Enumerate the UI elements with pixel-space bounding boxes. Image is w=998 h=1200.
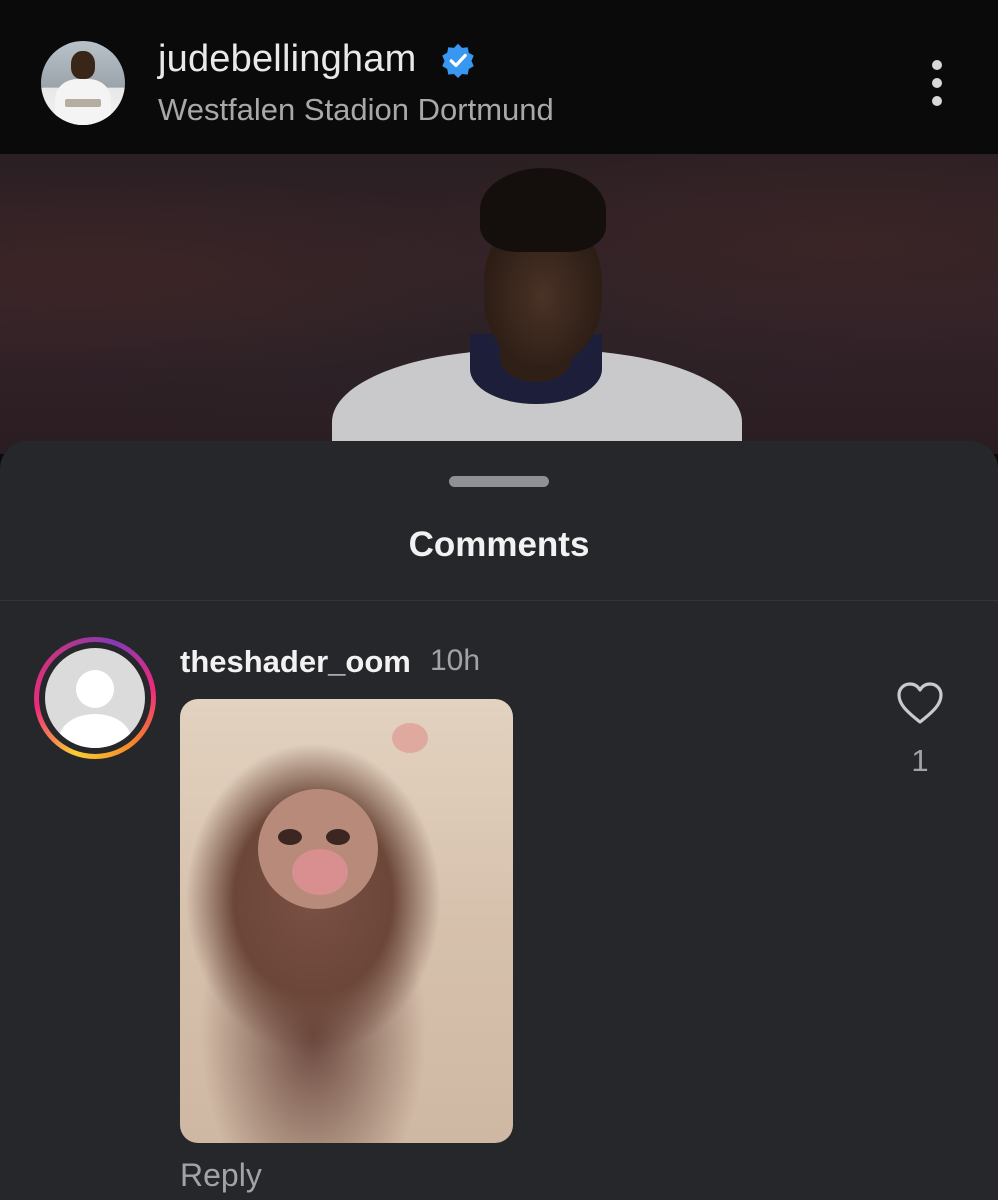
like-count: 1 — [911, 743, 929, 778]
default-avatar-icon — [45, 648, 145, 748]
post-header: judebellingham Westfalen Stadion Dortmun… — [0, 0, 998, 154]
post-photo[interactable] — [0, 154, 998, 454]
heart-icon[interactable] — [896, 681, 944, 725]
sheet-drag-handle[interactable] — [449, 476, 549, 487]
comments-title: Comments — [408, 525, 590, 564]
post-author-avatar[interactable] — [41, 41, 125, 125]
comment-author-avatar[interactable] — [34, 637, 156, 759]
post-location[interactable]: Westfalen Stadion Dortmund — [158, 92, 554, 128]
comments-sheet: Comments theshader_oom 10h Reply 1 — [0, 441, 998, 1200]
more-options-icon[interactable] — [926, 60, 948, 106]
comment-timestamp: 10h — [430, 644, 481, 677]
comment-gif-attachment[interactable] — [180, 699, 513, 1143]
post-author-username[interactable]: judebellingham — [158, 38, 416, 81]
comment-author-username[interactable]: theshader_oom — [180, 644, 411, 680]
verified-badge-icon — [442, 43, 474, 78]
reply-button[interactable]: Reply — [180, 1157, 262, 1194]
divider — [0, 600, 998, 601]
